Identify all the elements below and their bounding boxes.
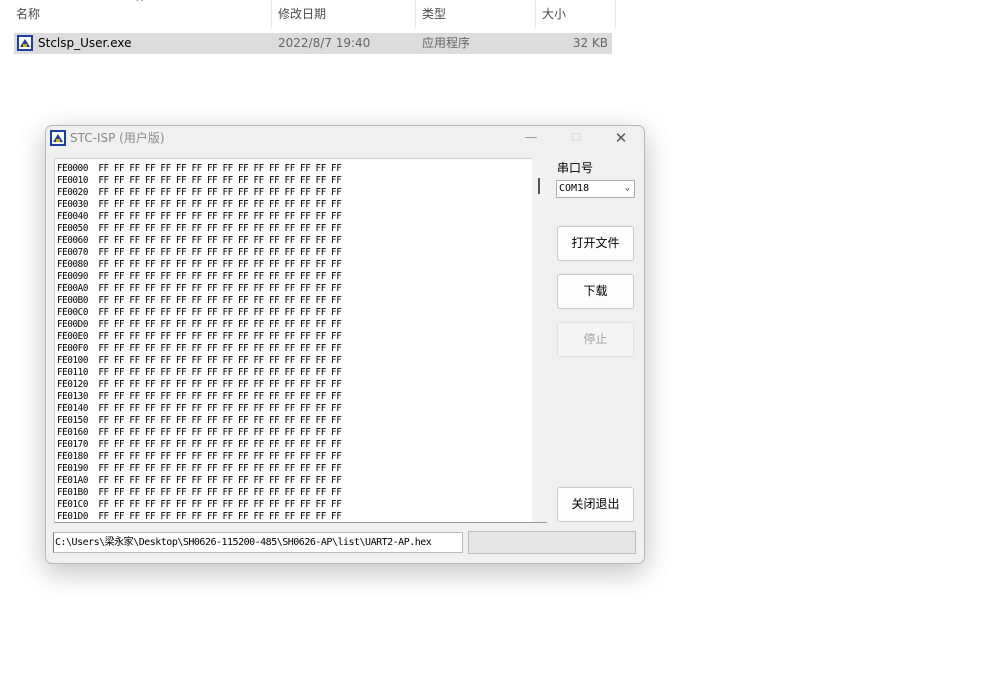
hex-row: FE0150 FF FF FF FF FF FF FF FF FF FF FF … — [57, 415, 342, 426]
port-label: 串口号 — [557, 161, 594, 175]
hex-row: FE0170 FF FF FF FF FF FF FF FF FF FF FF … — [57, 439, 342, 450]
hex-row: FE0090 FF FF FF FF FF FF FF FF FF FF FF … — [57, 271, 342, 282]
hex-row: FE0020 FF FF FF FF FF FF FF FF FF FF FF … — [57, 187, 342, 198]
column-size-label: 大小 — [542, 7, 567, 21]
file-row-stcisp[interactable]: Stclsp_User.exe 2022/8/7 19:40 应用程序 32 K… — [14, 33, 612, 54]
progress-bar — [468, 531, 636, 554]
file-modified: 2022/8/7 19:40 — [278, 36, 371, 50]
hex-row: FE0000 FF FF FF FF FF FF FF FF FF FF FF … — [57, 163, 342, 174]
file-list-header: 名称 ^ 修改日期 类型 大小 — [0, 0, 986, 28]
hex-row: FE0160 FF FF FF FF FF FF FF FF FF FF FF … — [57, 427, 342, 438]
title-bar[interactable]: STC-ISP (用户版) — ☐ ✕ — [46, 126, 644, 150]
hex-row: FE0100 FF FF FF FF FF FF FF FF FF FF FF … — [57, 355, 342, 366]
hex-row: FE00C0 FF FF FF FF FF FF FF FF FF FF FF … — [57, 307, 342, 318]
hex-row: FE0080 FF FF FF FF FF FF FF FF FF FF FF … — [57, 259, 342, 270]
hex-row: FE0030 FF FF FF FF FF FF FF FF FF FF FF … — [57, 199, 342, 210]
file-path-field[interactable]: C:\Users\梁永家\Desktop\SH0626-115200-485\S… — [53, 532, 463, 553]
hex-scrollbar[interactable] — [532, 158, 546, 522]
hex-row: FE00B0 FF FF FF FF FF FF FF FF FF FF FF … — [57, 295, 342, 306]
hex-row: FE01C0 FF FF FF FF FF FF FF FF FF FF FF … — [57, 499, 342, 510]
sort-ascending-icon: ^ — [135, 0, 145, 9]
hex-row: FE0140 FF FF FF FF FF FF FF FF FF FF FF … — [57, 403, 342, 414]
hex-row: FE0180 FF FF FF FF FF FF FF FF FF FF FF … — [57, 451, 342, 462]
stc-isp-window: STC-ISP (用户版) — ☐ ✕ FE0000 FF FF FF FF F… — [45, 125, 645, 564]
stop-button: 停止 — [557, 322, 634, 357]
hex-row: FE0130 FF FF FF FF FF FF FF FF FF FF FF … — [57, 391, 342, 402]
close-icon[interactable]: ✕ — [598, 126, 644, 150]
hex-row: FE00A0 FF FF FF FF FF FF FF FF FF FF FF … — [57, 283, 342, 294]
hex-row: FE0010 FF FF FF FF FF FF FF FF FF FF FF … — [57, 175, 342, 186]
column-modified-label: 修改日期 — [278, 7, 327, 21]
hex-row: FE00E0 FF FF FF FF FF FF FF FF FF FF FF … — [57, 331, 342, 342]
stc-isp-app-icon — [17, 35, 33, 51]
hex-row: FE00D0 FF FF FF FF FF FF FF FF FF FF FF … — [57, 319, 342, 330]
column-separator[interactable] — [615, 0, 616, 28]
file-size: 32 KB — [572, 36, 608, 50]
hex-row: FE0040 FF FF FF FF FF FF FF FF FF FF FF … — [57, 211, 342, 222]
hex-row: FE0190 FF FF FF FF FF FF FF FF FF FF FF … — [57, 463, 342, 474]
column-type[interactable]: 类型 — [416, 0, 535, 28]
maximize-icon: ☐ — [571, 131, 581, 144]
port-select[interactable]: COM18 ⌄ — [556, 180, 635, 198]
port-value: COM18 — [559, 183, 590, 194]
hex-view[interactable]: FE0000 FF FF FF FF FF FF FF FF FF FF FF … — [54, 158, 545, 523]
column-modified[interactable]: 修改日期 — [272, 0, 415, 28]
hex-row: FE0110 FF FF FF FF FF FF FF FF FF FF FF … — [57, 367, 342, 378]
file-type: 应用程序 — [422, 36, 471, 50]
hex-row: FE0050 FF FF FF FF FF FF FF FF FF FF FF … — [57, 223, 342, 234]
hex-row: FE0120 FF FF FF FF FF FF FF FF FF FF FF … — [57, 379, 342, 390]
scrollbar-thumb[interactable] — [538, 178, 540, 194]
hex-row: FE00F0 FF FF FF FF FF FF FF FF FF FF FF … — [57, 343, 342, 354]
chevron-down-icon: ⌄ — [624, 183, 630, 193]
open-file-button[interactable]: 打开文件 — [557, 226, 634, 261]
stc-isp-app-icon — [50, 130, 66, 146]
divider — [54, 522, 547, 523]
exit-button[interactable]: 关闭退出 — [557, 487, 634, 522]
hex-row: FE01A0 FF FF FF FF FF FF FF FF FF FF FF … — [57, 475, 342, 486]
column-name-label: 名称 — [16, 7, 41, 21]
hex-dump: FE0000 FF FF FF FF FF FF FF FF FF FF FF … — [57, 163, 342, 523]
hex-row: FE0060 FF FF FF FF FF FF FF FF FF FF FF … — [57, 235, 342, 246]
minimize-icon[interactable]: — — [508, 126, 554, 150]
hex-row: FE01B0 FF FF FF FF FF FF FF FF FF FF FF … — [57, 487, 342, 498]
window-title: STC-ISP (用户版) — [70, 131, 165, 145]
file-name: Stclsp_User.exe — [38, 36, 132, 50]
column-type-label: 类型 — [422, 7, 447, 21]
hex-row: FE0070 FF FF FF FF FF FF FF FF FF FF FF … — [57, 247, 342, 258]
column-size[interactable]: 大小 — [536, 0, 615, 28]
download-button[interactable]: 下载 — [557, 274, 634, 309]
